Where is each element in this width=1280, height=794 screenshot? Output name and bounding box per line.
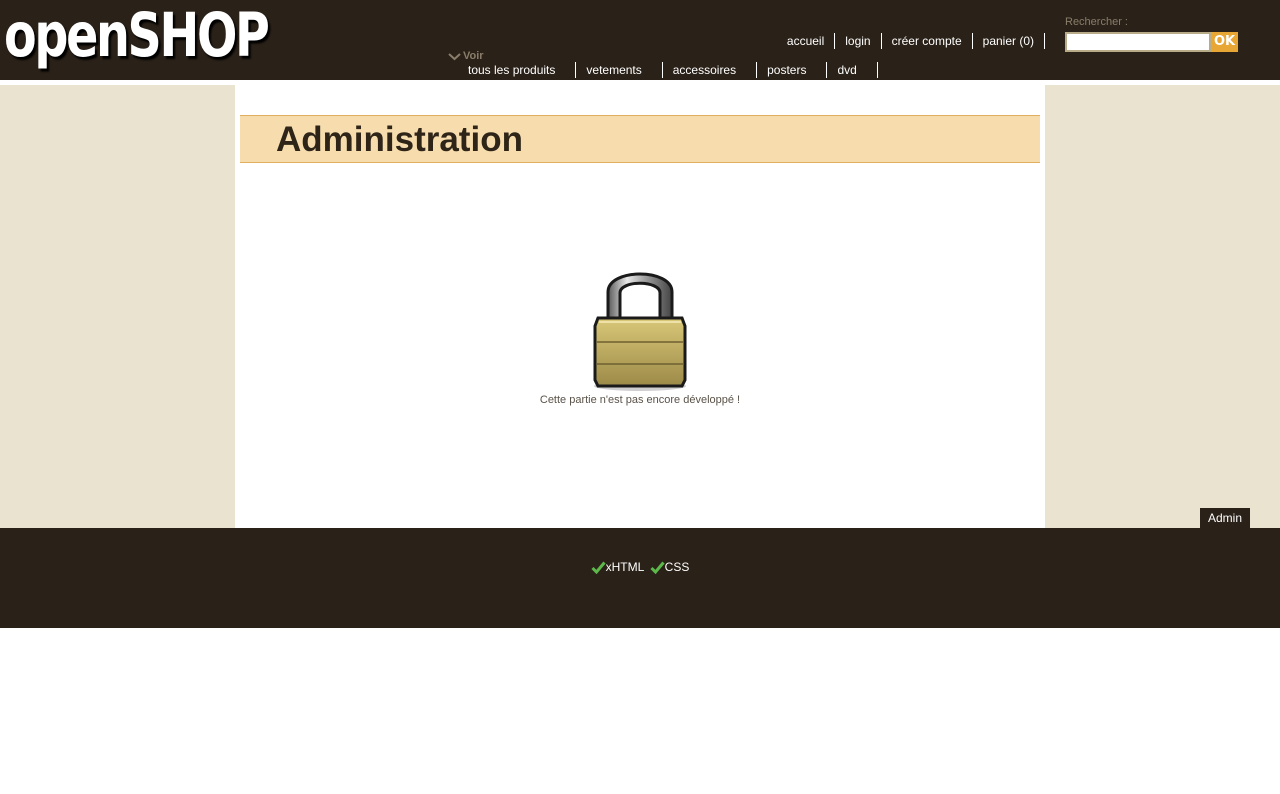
- category-nav: tous les produits vetements accessoires …: [458, 62, 878, 78]
- xhtml-label: xHTML: [605, 560, 645, 574]
- under-construction-notice: Cette partie n'est pas encore développé …: [539, 394, 741, 406]
- category-posters-link[interactable]: posters: [757, 62, 828, 78]
- category-all-products-link[interactable]: tous les produits: [458, 62, 577, 78]
- site-header: openSHOP accueil login créer compte pani…: [0, 0, 1280, 80]
- voir-label: Voir: [463, 50, 484, 62]
- main-content: Administration Cette partie n'est pas en…: [235, 85, 1045, 528]
- css-validator-link[interactable]: CSS: [650, 560, 690, 574]
- checkmark-icon: [650, 561, 665, 574]
- search-submit-button[interactable]: OK: [1211, 32, 1238, 52]
- category-dvd-link[interactable]: dvd: [827, 62, 878, 78]
- top-nav: accueil login créer compte panier (0): [777, 33, 1045, 49]
- css-label: CSS: [664, 560, 690, 574]
- chevron-down-icon: [448, 52, 461, 60]
- site-footer: xHTML CSS: [0, 528, 1280, 628]
- top-nav-cart-link[interactable]: panier (0): [973, 33, 1045, 49]
- left-sidebar: [0, 85, 235, 528]
- page-title: Administration: [276, 120, 523, 159]
- checkmark-icon: [591, 561, 606, 574]
- validators: xHTML CSS: [0, 560, 1280, 577]
- category-menu-label: Voir: [448, 50, 484, 62]
- top-nav-login-link[interactable]: login: [835, 33, 882, 49]
- xhtml-validator-link[interactable]: xHTML: [591, 560, 645, 574]
- top-nav-create-account-link[interactable]: créer compte: [882, 33, 973, 49]
- padlock-icon: [593, 272, 687, 391]
- right-sidebar: [1045, 85, 1280, 528]
- top-nav-home-link[interactable]: accueil: [777, 33, 836, 49]
- admin-button[interactable]: Admin: [1200, 508, 1250, 528]
- category-accessories-link[interactable]: accessoires: [663, 62, 758, 78]
- category-clothing-link[interactable]: vetements: [576, 62, 663, 78]
- site-logo[interactable]: openSHOP: [4, 0, 270, 76]
- search-input[interactable]: [1065, 32, 1211, 52]
- search-label: Rechercher :: [1065, 16, 1128, 28]
- title-bar: Administration: [240, 115, 1040, 163]
